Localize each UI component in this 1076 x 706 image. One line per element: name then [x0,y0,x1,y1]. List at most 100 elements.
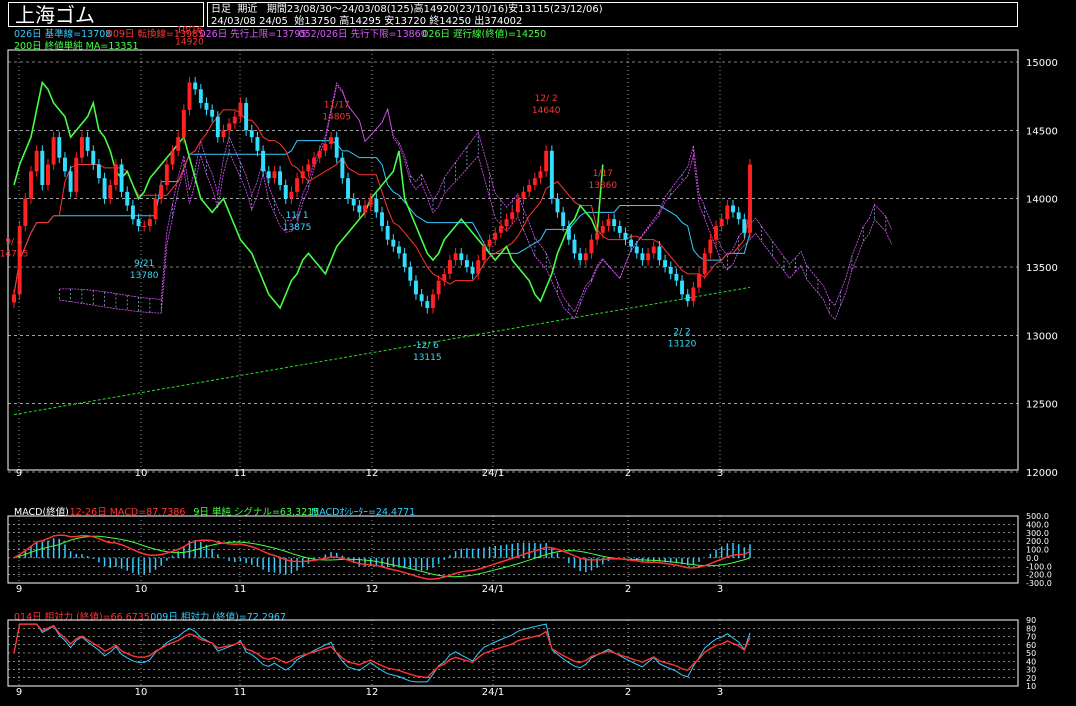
candle-body [487,239,492,247]
y-tick-label: 10 [1026,682,1036,691]
candle-body [521,191,526,199]
candle-body [153,198,158,220]
candle-body [680,280,685,295]
candle-body [595,232,600,240]
candle-body [408,267,413,281]
candle-body [510,212,515,220]
candle-body [464,260,469,267]
candle-body [697,273,702,288]
candle-body [385,226,390,240]
candle-body [674,273,679,281]
candle-body [442,273,447,281]
candle-body [85,137,90,151]
macd-line [13,534,751,580]
candle-body [23,198,28,226]
candle-body [380,212,384,226]
x-tick-label: 11 [234,468,247,479]
annotation-date: 11/ 1 [286,211,309,221]
candle-body [414,280,418,295]
y-tick-label: -300.0 [1026,579,1052,588]
x-tick-label: 12 [366,584,379,595]
candle-body [600,226,605,233]
candle-body [736,212,741,220]
annotation-date: 12/ 2 [535,94,558,104]
candle-body [504,219,509,226]
candle-body [453,253,458,261]
tenkan-line [13,109,751,295]
y-tick-label: 15000 [1026,58,1058,69]
candle-body [714,226,718,240]
candle-body [187,82,192,110]
candle-body [317,150,322,158]
annotation-value: 13780 [130,271,159,281]
candle-body [719,219,724,226]
candle-body [204,103,209,110]
annotation-value: 14805 [322,113,351,123]
candle-body [306,164,311,172]
candle-body [74,157,79,192]
candle-body [244,103,249,131]
candle-body [215,116,220,138]
candle-body [527,185,532,192]
candle-body [498,226,503,233]
x-tick-label: 24/1 [482,584,504,595]
candle-body [62,157,67,172]
candle-body [272,171,277,179]
x-tick-label: 10 [135,687,148,698]
y-tick-label: 14000 [1026,195,1058,206]
candle-body [176,137,181,151]
candle-body [181,109,186,138]
ma200-line [13,286,751,416]
candle-body [425,301,430,308]
candle-body [170,150,175,165]
candle-body [589,239,594,254]
candle-body [136,219,141,226]
candle-body [79,137,84,158]
candle-body [634,246,639,254]
candle-body [278,171,283,185]
candle-body [555,198,560,213]
candle-body [232,116,237,124]
candle-body [357,205,362,213]
candle-body [731,205,735,213]
annotation-value: 13115 [413,353,442,363]
candle-body [606,219,611,226]
candle-body [685,294,690,302]
candle-body [391,239,396,247]
candle-body [742,219,747,233]
x-tick-label: 3 [717,468,723,479]
candle-body [363,205,367,213]
candle-body [470,267,475,274]
candle-body [40,150,45,185]
x-tick-label: 12 [366,468,379,479]
candle-body [227,123,232,131]
candle-body [142,226,147,227]
x-tick-label: 12 [366,687,379,698]
candle-body [96,164,101,179]
candle-body [295,178,300,192]
annotation-date: 9/21 [134,259,154,269]
annotation-date: 2/ 2 [673,327,690,337]
candle-body [368,198,373,206]
candle-body [657,246,662,261]
x-tick-label: 11 [234,687,247,698]
candle-body [572,239,577,254]
candle-body [238,103,243,117]
annotation-value: 13120 [668,339,697,349]
candle-body [544,150,549,172]
candle-body [57,137,62,158]
candle-body [459,253,464,261]
x-tick-label: 3 [717,687,723,698]
candle-body [164,164,169,185]
annotation-date: 1/17 [593,169,613,179]
annotation-value: 14640 [532,106,561,116]
annotation-value: 13875 [283,223,312,233]
candle-body [300,171,305,179]
candle-body [532,178,537,185]
x-tick-label: 9 [16,584,22,595]
annotation-date: 9/ 4 [5,237,23,247]
candle-body [663,260,668,267]
candle-body [289,191,294,199]
y-tick-label: 14500 [1026,126,1058,137]
candle-body [346,178,350,199]
